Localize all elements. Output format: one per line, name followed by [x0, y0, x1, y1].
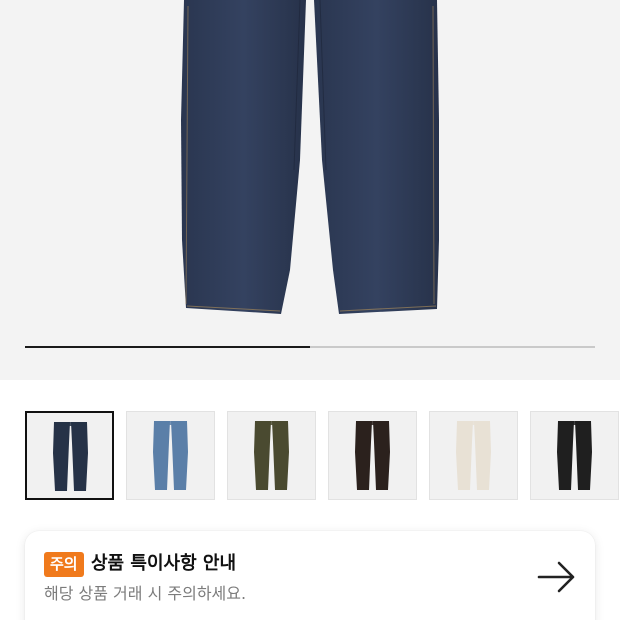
thumbnail-pants-image: [355, 421, 390, 490]
thumbnail-pants-image: [456, 421, 491, 490]
color-thumbnail-brown-black[interactable]: [328, 411, 417, 500]
notice-description: 해당 상품 거래 시 주의하세요.: [44, 584, 247, 603]
arrow-right-icon[interactable]: [537, 560, 577, 594]
product-page: 주의 상품 특이사항 안내 해당 상품 거래 시 주의하세요.: [0, 0, 620, 620]
color-thumbnail-ivory[interactable]: [429, 411, 518, 500]
thumbnail-pants-image: [53, 422, 88, 491]
product-image: [181, 0, 439, 314]
thumbnail-pants-image: [153, 421, 188, 490]
color-thumbnail-olive[interactable]: [227, 411, 316, 500]
color-thumbnail-navy-dark[interactable]: [25, 411, 114, 500]
notice-title: 상품 특이사항 안내: [91, 553, 237, 574]
color-thumbnail-light-blue[interactable]: [126, 411, 215, 500]
color-thumbnail-black[interactable]: [530, 411, 619, 500]
caution-notice-card[interactable]: 주의 상품 특이사항 안내 해당 상품 거래 시 주의하세요.: [25, 531, 595, 620]
image-progress-fill: [25, 346, 310, 348]
thumbnail-pants-image: [254, 421, 289, 490]
product-image-carousel[interactable]: [0, 0, 620, 380]
thumbnail-pants-image: [557, 421, 592, 490]
caution-badge: 주의: [44, 552, 84, 577]
color-thumbnail-list: [25, 411, 620, 501]
image-progress-track: [25, 346, 595, 348]
